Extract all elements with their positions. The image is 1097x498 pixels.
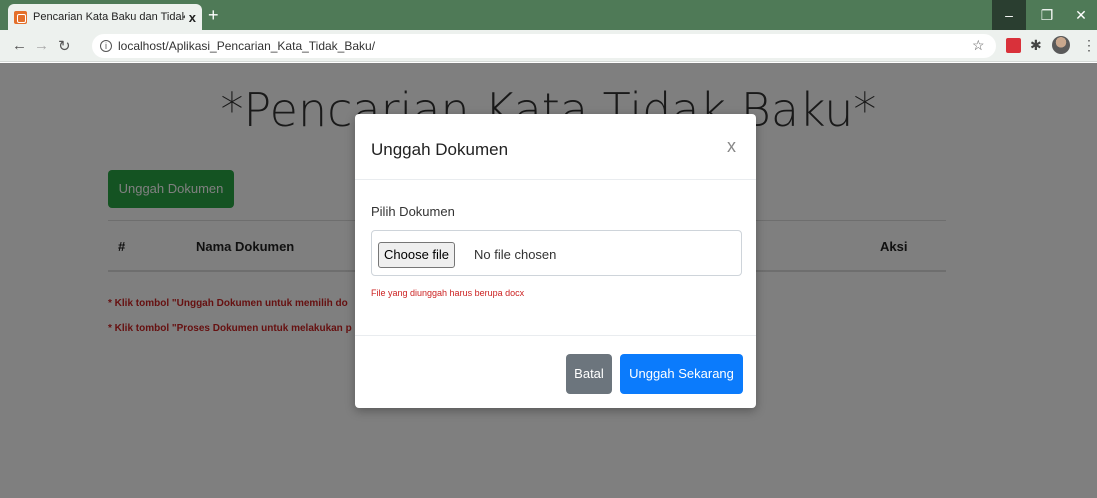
url-text: localhost/Aplikasi_Pencarian_Kata_Tidak_…: [118, 39, 376, 53]
back-arrow-icon[interactable]: ←: [12, 37, 27, 54]
xampp-favicon-icon: [14, 10, 27, 24]
modal-header: Unggah Dokumen x: [355, 114, 756, 180]
extensions-puzzle-icon[interactable]: ✱: [1030, 37, 1042, 54]
info-icon[interactable]: i: [100, 40, 112, 52]
address-bar[interactable]: i localhost/Aplikasi_Pencarian_Kata_Tida…: [92, 34, 996, 58]
forward-arrow-icon[interactable]: →: [34, 37, 49, 54]
modal-footer: Batal Unggah Sekarang: [355, 335, 756, 408]
help-text: File yang diunggah harus berupa docx: [371, 288, 525, 298]
upload-now-button[interactable]: Unggah Sekarang: [620, 354, 743, 394]
minimize-icon[interactable]: –: [992, 0, 1026, 30]
reload-icon[interactable]: ↻: [58, 37, 71, 55]
browser-toolbar: ← → ↻ i localhost/Aplikasi_Pencarian_Kat…: [0, 30, 1097, 62]
new-tab-button[interactable]: +: [208, 4, 219, 26]
tab-title: Pencarian Kata Baku dan Tidak B: [33, 11, 185, 23]
browser-tab-bar: Pencarian Kata Baku dan Tidak B x + – ❐ …: [0, 0, 1097, 30]
file-status-text: No file chosen: [474, 247, 557, 262]
extension-icon[interactable]: [1006, 38, 1021, 53]
upload-modal: Unggah Dokumen x Pilih Dokumen Choose fi…: [355, 114, 756, 408]
bookmark-star-icon[interactable]: ☆: [972, 37, 985, 54]
menu-kebab-icon[interactable]: ⋮: [1082, 37, 1096, 54]
restore-icon[interactable]: ❐: [1030, 0, 1064, 30]
window-close-icon[interactable]: ✕: [1064, 0, 1097, 30]
modal-title: Unggah Dokumen: [371, 140, 509, 159]
file-input[interactable]: Choose file No file chosen: [371, 230, 742, 276]
browser-tab[interactable]: Pencarian Kata Baku dan Tidak B x: [8, 4, 202, 30]
close-icon[interactable]: x: [727, 136, 736, 157]
tab-close-icon[interactable]: x: [189, 10, 196, 25]
field-label: Pilih Dokumen: [371, 204, 455, 219]
cancel-button[interactable]: Batal: [566, 354, 612, 394]
choose-file-button[interactable]: Choose file: [378, 242, 456, 268]
profile-avatar[interactable]: [1052, 36, 1070, 54]
